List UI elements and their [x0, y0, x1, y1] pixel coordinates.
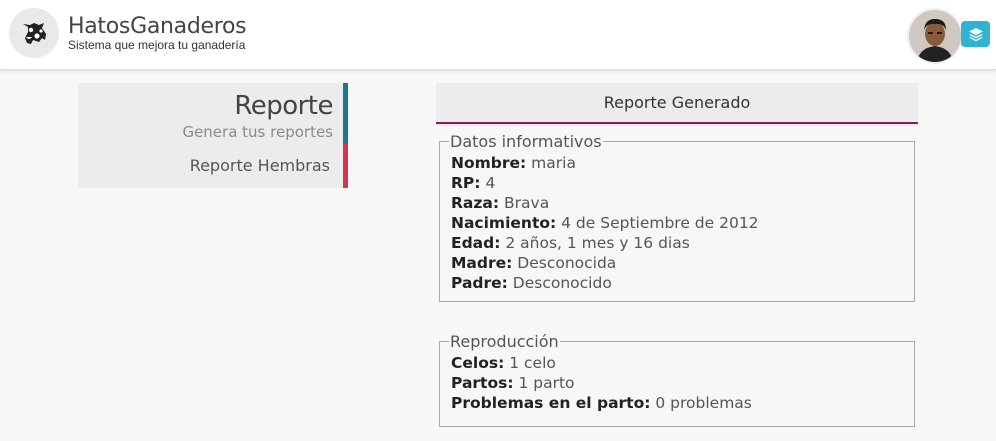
field-madre: Madre: Desconocida: [451, 254, 617, 272]
sidebar: Reporte Genera tus reportes Reporte Hemb…: [78, 83, 348, 188]
panel-title: Reporte Generado: [436, 83, 918, 124]
field-edad: Edad: 2 años, 1 mes y 16 dias: [451, 234, 690, 252]
section-legend: Datos informativos: [450, 132, 602, 151]
top-header: HatosGanaderos Sistema que mejora tu gan…: [0, 0, 996, 70]
layers-menu-button[interactable]: [961, 21, 990, 47]
sidebar-title: Reporte: [234, 91, 333, 121]
cow-icon: [23, 23, 46, 44]
brand-subtitle: Sistema que mejora tu ganadería: [68, 38, 246, 52]
field-rp: RP: 4: [451, 174, 496, 192]
field-problemas-parto: Problemas en el parto: 0 problemas: [451, 394, 752, 412]
panel-body: Datos informativos Nombre: maria RP: 4 R…: [436, 126, 918, 441]
datos-informativos-section: Datos informativos Nombre: maria RP: 4 R…: [439, 132, 915, 302]
reproduccion-section: Reproducción Celos: 1 celo Partos: 1 par…: [439, 332, 915, 427]
sidebar-header: Reporte Genera tus reportes: [78, 83, 348, 143]
sidebar-item-reporte-hembras[interactable]: Reporte Hembras: [78, 143, 348, 188]
user-photo-icon: [909, 10, 961, 62]
brand-title[interactable]: HatosGanaderos: [68, 14, 247, 39]
layers-icon: [968, 28, 983, 42]
logo[interactable]: [9, 8, 59, 58]
section-legend: Reproducción: [450, 332, 559, 351]
sidebar-subtitle: Genera tus reportes: [182, 123, 333, 141]
field-celos: Celos: 1 celo: [451, 354, 556, 372]
user-avatar[interactable]: [907, 8, 963, 64]
field-raza: Raza: Brava: [451, 194, 550, 212]
field-partos: Partos: 1 parto: [451, 374, 575, 392]
field-nombre: Nombre: maria: [451, 154, 576, 172]
report-panel: Reporte Generado Datos informativos Nomb…: [436, 83, 918, 441]
field-nacimiento: Nacimiento: 4 de Septiembre de 2012: [451, 214, 759, 232]
field-padre: Padre: Desconocido: [451, 274, 612, 292]
